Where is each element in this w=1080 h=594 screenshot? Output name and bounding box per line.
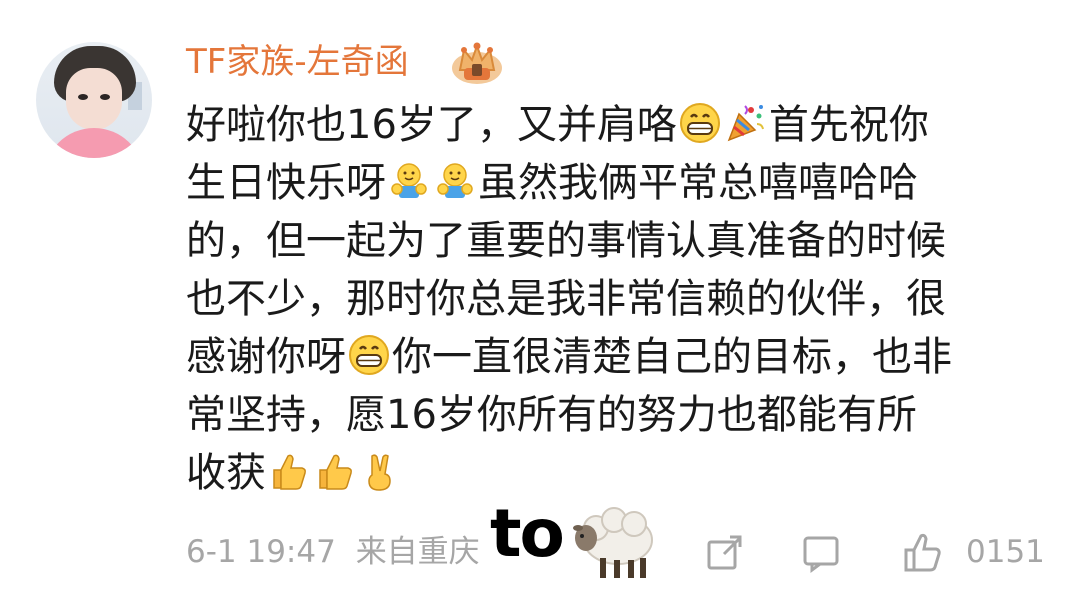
sheep-icon: [573, 507, 653, 578]
party-popper-icon: [727, 105, 764, 142]
victory-hand-icon: [368, 454, 391, 491]
comment-line: 好啦你也16岁了，又并肩咯 首先祝你: [186, 96, 1056, 154]
avatar-shirt: [44, 128, 144, 158]
comment-text: 的，但一起为了重要的事情认真准备的时候: [186, 218, 946, 264]
comment-line: 生日快乐呀 虽然我俩平常总嘻嘻哈哈: [186, 154, 1056, 212]
comment-line: 感谢你呀 你一直很清楚自己的目标，也非: [186, 328, 1056, 386]
avatar-eye: [100, 94, 110, 100]
comment-body: 好啦你也16岁了，又并肩咯 首先祝你 生日快乐呀 虽然我俩平常总嘻嘻哈哈 的，但…: [186, 96, 1056, 502]
comment-line: 常坚持，愿16岁你所有的努力也都能有所: [186, 386, 1056, 444]
hug-icon: [437, 163, 473, 198]
comment-line: 也不少，那时你总是我非常信赖的伙伴，很: [186, 270, 1056, 328]
comment-date: 6-1 19:47: [186, 534, 336, 570]
like-count: 0151: [966, 534, 1045, 570]
avatar-eye: [78, 94, 88, 100]
comment-text: 虽然我俩平常总嘻嘻哈哈: [478, 160, 918, 206]
avatar-face: [66, 68, 122, 130]
user-avatar[interactable]: [36, 42, 152, 158]
thumbs-up-icon: [273, 454, 306, 490]
overlay-text: to: [490, 495, 565, 572]
comment-text: 感谢你呀: [186, 334, 346, 380]
comment-text: 好啦你也16岁了，又并肩咯: [186, 102, 677, 148]
username-link[interactable]: TF家族-左奇函: [186, 40, 409, 84]
comment-text: 也不少，那时你总是我非常信赖的伙伴，很: [186, 276, 946, 322]
comment-text: 收获: [186, 450, 266, 496]
grin-icon: [349, 335, 389, 375]
grin-icon: [679, 103, 720, 143]
comment-location: 来自重庆: [355, 534, 480, 570]
comment-line: 收获: [186, 444, 1056, 502]
comment-meta: 6-1 19:47 来自重庆: [186, 530, 480, 574]
like-icon[interactable]: [900, 530, 946, 574]
share-icon[interactable]: [704, 530, 744, 574]
comment-text: 常坚持，愿16岁你所有的努力也都能有所: [186, 392, 917, 438]
comment-icon[interactable]: [800, 530, 844, 574]
comment-line: 的，但一起为了重要的事情认真准备的时候: [186, 212, 1056, 270]
hug-icon: [391, 163, 427, 198]
comment-text: 你一直很清楚自己的目标，也非: [392, 334, 952, 380]
comment-text: 生日快乐呀: [186, 160, 386, 206]
crown-badge-icon[interactable]: [450, 40, 504, 86]
comment-text: 首先祝你: [768, 102, 929, 148]
thumbs-up-icon: [319, 454, 352, 490]
